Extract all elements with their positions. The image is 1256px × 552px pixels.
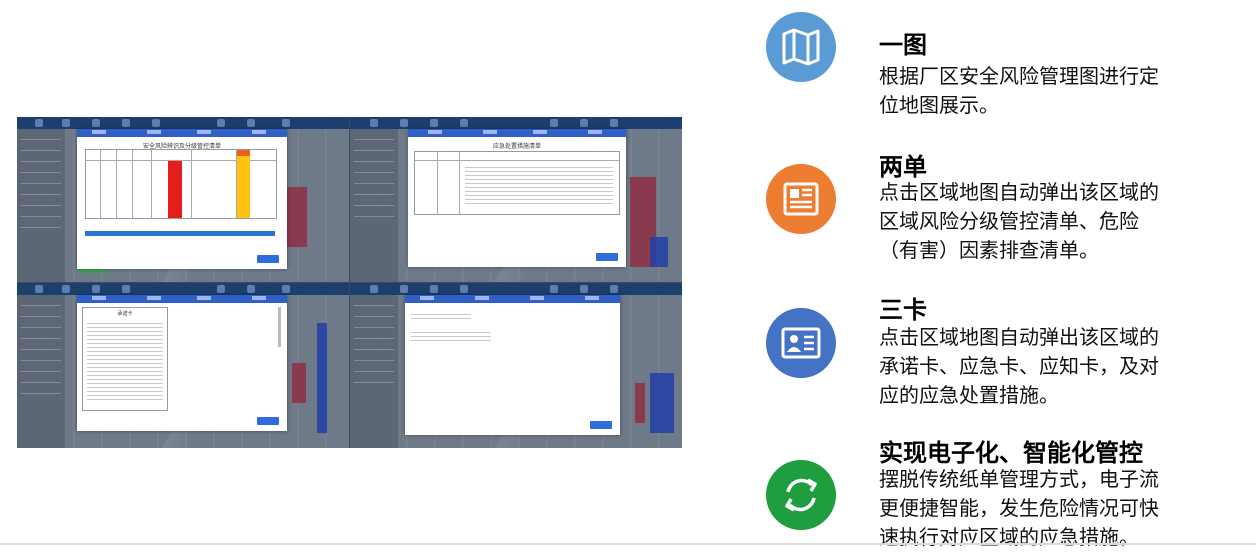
refresh-cycle-icon <box>766 460 836 530</box>
screenshot-commitment-card: 承诺卡 <box>17 283 349 448</box>
feature-description-line: 承诺卡、应急卡、应知卡，及对 <box>879 354 1159 378</box>
info-card-dialog <box>405 295 620 435</box>
bottom-divider <box>0 543 1256 545</box>
commitment-card-title: 承诺卡 <box>117 311 133 317</box>
emergency-dialog: 应急处置措施清单 <box>408 129 626 267</box>
risk-list-ok-button[interactable] <box>257 255 279 263</box>
info-card-ok-button[interactable] <box>590 421 612 429</box>
feature-title: 实现电子化、智能化管控 <box>879 439 1143 467</box>
feature-description-line: 摆脱传统纸单管理方式，电子流 <box>879 467 1159 491</box>
feature-icon-circle <box>766 164 836 234</box>
feature-description-line: 点击区域地图自动弹出该区域的 <box>879 180 1159 204</box>
feature-title: 一图 <box>879 31 927 59</box>
screenshot-info-card <box>350 283 682 448</box>
feature-icon-circle <box>766 460 836 530</box>
emergency-title: 应急处置措施清单 <box>492 143 541 150</box>
feature-digital-control: 实现电子化、智能化管控 摆脱传统纸单管理方式，电子流 更便捷智能，发生危险情况可… <box>766 433 1246 549</box>
feature-description: 点击区域地图自动弹出该区域的 承诺卡、应急卡、应知卡，及对 应的应急处置措施。 <box>879 323 1199 410</box>
commitment-card-dialog: 承诺卡 <box>77 295 287 431</box>
feature-description: 根据厂区安全风险管理图进行定 位地图展示。 <box>879 62 1199 120</box>
feature-three-cards: 三卡 点击区域地图自动弹出该区域的 承诺卡、应急卡、应知卡，及对 应的应急处置措… <box>766 288 1246 418</box>
feature-description: 摆脱传统纸单管理方式，电子流 更便捷智能，发生危险情况可快 速执行对应区域的应急… <box>879 465 1199 552</box>
feature-description-line: 位地图展示。 <box>879 93 999 117</box>
emergency-ok-button[interactable] <box>596 253 618 261</box>
risk-list-dialog: 安全风险辨识及分级管控清单 <box>77 129 287 269</box>
system-screenshot-collage: 安全风险辨识及分级管控清单 应急处置措施清单 承诺卡 <box>17 117 682 448</box>
feature-description-line: 应的应急处置措施。 <box>879 383 1059 407</box>
feature-title: 三卡 <box>879 296 927 324</box>
feature-description-line: 区域风险分级管控清单、危险 <box>879 209 1139 233</box>
map-icon <box>766 12 836 82</box>
feature-description-line: 更便捷智能，发生危险情况可快 <box>879 496 1159 520</box>
feature-one-map: 一图 根据厂区安全风险管理图进行定 位地图展示。 <box>766 12 1246 122</box>
commitment-card-ok-button[interactable] <box>257 417 279 425</box>
feature-description: 点击区域地图自动弹出该区域的 区域风险分级管控清单、危险 （有害）因素排查清单。 <box>879 178 1199 265</box>
screenshot-emergency-measures: 应急处置措施清单 <box>350 117 682 282</box>
feature-icon-circle <box>766 12 836 82</box>
feature-description-line: （有害）因素排查清单。 <box>879 238 1099 262</box>
document-list-icon <box>766 164 836 234</box>
screenshot-risk-list: 安全风险辨识及分级管控清单 <box>17 117 349 282</box>
id-card-icon <box>766 308 836 378</box>
feature-two-lists: 两单 点击区域地图自动弹出该区域的 区域风险分级管控清单、危险 （有害）因素排查… <box>766 147 1246 267</box>
feature-icon-circle <box>766 308 836 378</box>
feature-title: 两单 <box>879 153 927 181</box>
feature-description-line: 根据厂区安全风险管理图进行定 <box>879 64 1159 88</box>
feature-description-line: 点击区域地图自动弹出该区域的 <box>879 325 1159 349</box>
